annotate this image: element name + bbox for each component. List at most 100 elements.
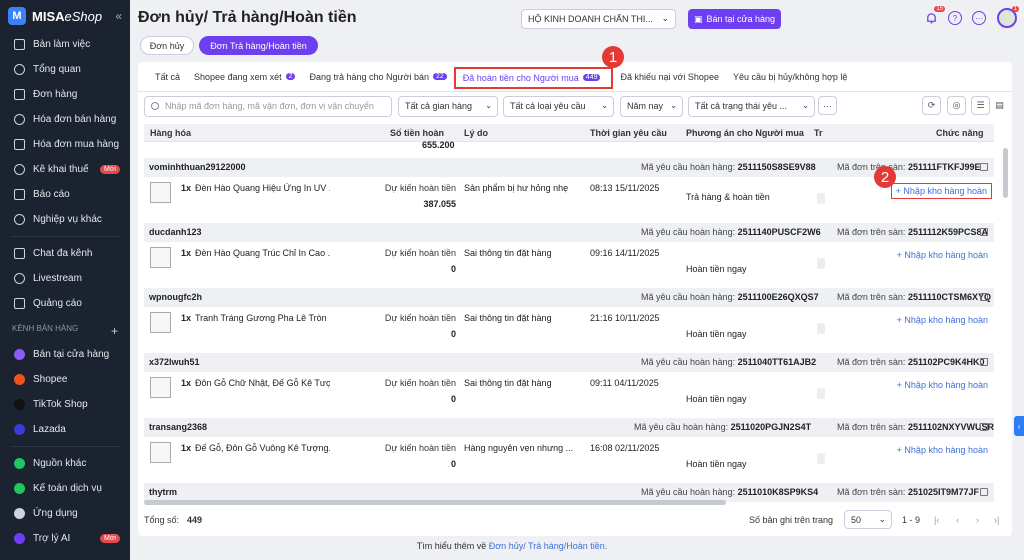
sidebar-item[interactable]: Quảng cáo bbox=[0, 291, 130, 316]
copy-icon[interactable] bbox=[980, 488, 988, 496]
sidebar-item[interactable]: Lazada bbox=[0, 417, 130, 442]
estimated-refund-label: Dự kiến hoàn tiền bbox=[384, 313, 456, 323]
tab-shopee-reviewing[interactable]: Shopee đang xem xét 2 bbox=[187, 62, 302, 92]
next-page-icon[interactable]: › bbox=[976, 515, 979, 525]
product-name[interactable]: Đôn Gỗ Chữ Nhật, Đế Gỗ Kê Tượ... bbox=[195, 378, 330, 388]
annotation-marker-2: 2 bbox=[874, 166, 896, 188]
copy-icon[interactable] bbox=[980, 358, 988, 366]
livestream-icon bbox=[14, 273, 25, 284]
lazada-icon bbox=[14, 424, 25, 435]
buyer-option: Trả hàng & hoàn tiền bbox=[686, 192, 770, 202]
sidebar-item[interactable]: Kế toán dịch vụ bbox=[0, 476, 130, 501]
import-returned-goods-button[interactable]: + Nhập kho hàng hoàn bbox=[893, 378, 992, 392]
import-returned-goods-button[interactable]: + Nhập kho hàng hoàn bbox=[890, 183, 992, 199]
horizontal-scrollbar[interactable] bbox=[144, 500, 726, 505]
import-returned-goods-button[interactable]: + Nhập kho hàng hoàn bbox=[893, 248, 992, 262]
sidebar-item[interactable]: Kê khai thuế Mới bbox=[0, 157, 130, 182]
product-name[interactable]: Tranh Tráng Gương Pha Lê Tròn ... bbox=[195, 313, 330, 323]
order-group-header: vominhthuan29122000 Mã yêu cầu hoàn hàng… bbox=[144, 158, 994, 177]
first-page-icon[interactable]: |‹ bbox=[934, 515, 939, 525]
quantity: 1x bbox=[181, 248, 192, 258]
tab-count-badge: 2 bbox=[285, 73, 296, 80]
import-returned-goods-button[interactable]: + Nhập kho hàng hoàn bbox=[893, 443, 992, 457]
business-select[interactable]: HỘ KINH DOANH CHẤN THI... ⌄ bbox=[521, 9, 676, 29]
sidebar-item[interactable]: Đơn hàng bbox=[0, 82, 130, 107]
help-link[interactable]: Đơn hủy/ Trả hàng/Hoàn tiền. bbox=[489, 541, 607, 551]
import-returned-goods-button[interactable]: + Nhập kho hàng hoàn bbox=[893, 313, 992, 327]
return-reason: Sai thông tin đặt hàng bbox=[464, 248, 552, 258]
sidebar-item[interactable]: Bàn làm việc bbox=[0, 32, 130, 57]
last-page-icon[interactable]: ›| bbox=[994, 515, 999, 525]
grid-view-icon[interactable]: ▤ bbox=[990, 96, 1009, 115]
search-input[interactable]: Nhập mã đơn hàng, mã vận đơn, đơn vị vận… bbox=[144, 96, 392, 117]
collapse-sidebar-icon[interactable]: « bbox=[115, 9, 122, 23]
bell-icon[interactable]: 15 bbox=[924, 6, 945, 25]
store-sale-button[interactable]: ▣ Bán tại cửa hàng bbox=[688, 9, 781, 29]
sidebar-item[interactable]: TikTok Shop bbox=[0, 392, 130, 417]
sidebar-item[interactable]: Shopee bbox=[0, 367, 130, 392]
main-panel: Tất cả Shopee đang xem xét 2 Đang trả hàn… bbox=[138, 62, 1012, 536]
more-filters-button[interactable]: ··· bbox=[818, 96, 837, 115]
marketplace-order-code: Mã đơn trên sàn: 2511112K59PCS8A bbox=[837, 227, 989, 237]
tab-return-refund-orders[interactable]: Đơn Trả hàng/Hoàn tiền bbox=[199, 36, 318, 55]
copy-icon[interactable] bbox=[980, 163, 988, 171]
copy-icon[interactable] bbox=[980, 423, 988, 431]
sidebar-item-label: Quảng cáo bbox=[33, 298, 82, 309]
marketplace-order-code: Mã đơn trên sàn: 251102PC9K4HK0 bbox=[837, 357, 985, 367]
product-thumbnail[interactable] bbox=[150, 182, 171, 203]
prev-page-icon[interactable]: ‹ bbox=[956, 515, 959, 525]
tab-refunded-to-buyer[interactable]: Đã hoàn tiền cho Người mua 449 bbox=[453, 66, 614, 89]
sidebar-item[interactable]: Hóa đơn bán hàng bbox=[0, 107, 130, 132]
sidebar-item-label: Kê khai thuế bbox=[33, 164, 89, 175]
period-select[interactable]: Năm nay ⌄ bbox=[620, 96, 683, 117]
help-icon[interactable]: ? bbox=[948, 11, 962, 25]
chat-icon bbox=[14, 248, 25, 259]
avatar[interactable]: 1 bbox=[997, 6, 1019, 28]
sidebar-item[interactable]: Chat đa kênh bbox=[0, 241, 130, 266]
chevron-down-icon: ⌄ bbox=[601, 101, 608, 110]
sidebar-item-label: Lazada bbox=[33, 424, 66, 435]
sidebar-item-label: Bàn làm việc bbox=[33, 39, 91, 50]
product-thumbnail[interactable] bbox=[150, 312, 171, 333]
buyer-option: Hoàn tiền ngay bbox=[686, 264, 747, 274]
sidebar-item[interactable]: Bán tại cửa hàng bbox=[0, 342, 130, 367]
tab-all[interactable]: Tất cả bbox=[148, 62, 187, 92]
column-settings-icon[interactable]: ◎ bbox=[947, 96, 966, 115]
tab-returning-to-seller[interactable]: Đang trả hàng cho Người bán 22 bbox=[302, 62, 453, 92]
product-name[interactable]: Đèn Hào Quang Hiệu Ứng In UV ... bbox=[195, 183, 330, 193]
product-name[interactable]: Đèn Hào Quang Trúc Chỉ In Cao ... bbox=[195, 248, 330, 258]
brand-logo[interactable]: M MISAeShop bbox=[0, 0, 130, 32]
status-select[interactable]: Tất cả trạng thái yêu ... ⌄ bbox=[688, 96, 815, 117]
request-type-select[interactable]: Tất cả loại yêu cầu ⌄ bbox=[503, 96, 614, 117]
sidebar-item[interactable]: Nguồn khác bbox=[0, 451, 130, 476]
product-thumbnail[interactable] bbox=[150, 442, 171, 463]
list-view-icon[interactable]: ☰ bbox=[971, 96, 990, 115]
per-page-select[interactable]: 50 ⌄ bbox=[844, 510, 892, 529]
add-channel-icon[interactable]: + bbox=[111, 324, 118, 338]
sidebar-item[interactable]: Livestream bbox=[0, 266, 130, 291]
buyer-option: Hoàn tiền ngay bbox=[686, 459, 747, 469]
store-icon bbox=[14, 349, 25, 360]
vertical-scrollbar[interactable] bbox=[1003, 148, 1008, 198]
sidebar-item[interactable]: Nghiệp vụ khác bbox=[0, 207, 130, 232]
annotation-marker-1: 1 bbox=[602, 46, 624, 68]
sidebar-item[interactable]: Hóa đơn mua hàng bbox=[0, 132, 130, 157]
dashboard-icon bbox=[14, 64, 25, 75]
tab-cancelled-invalid-requests[interactable]: Yêu cầu bị hủy/không hợp lệ bbox=[726, 62, 854, 92]
sidebar-item[interactable]: Báo cáo bbox=[0, 182, 130, 207]
sidebar-item-label: Hóa đơn mua hàng bbox=[33, 139, 120, 150]
product-thumbnail[interactable] bbox=[150, 377, 171, 398]
tab-cancelled-orders[interactable]: Đơn hủy bbox=[140, 36, 194, 55]
tab-complained-to-shopee[interactable]: Đã khiếu nại với Shopee bbox=[613, 62, 725, 92]
booth-select[interactable]: Tất cả gian hàng ⌄ bbox=[398, 96, 498, 117]
refresh-icon[interactable]: ⟳ bbox=[922, 96, 941, 115]
product-name[interactable]: Đế Gỗ, Đôn Gỗ Vuông Kê Tượng... bbox=[195, 443, 330, 453]
sidebar-item[interactable]: Tổng quan bbox=[0, 57, 130, 82]
copy-icon[interactable] bbox=[980, 293, 988, 301]
sidebar-item[interactable]: Ứng dụng bbox=[0, 501, 130, 526]
copy-icon[interactable] bbox=[980, 228, 988, 236]
more-options-icon[interactable]: ··· bbox=[972, 11, 986, 25]
product-thumbnail[interactable] bbox=[150, 247, 171, 268]
side-panel-toggle-icon[interactable]: ‹ bbox=[1014, 416, 1024, 436]
accounting-icon bbox=[14, 483, 25, 494]
